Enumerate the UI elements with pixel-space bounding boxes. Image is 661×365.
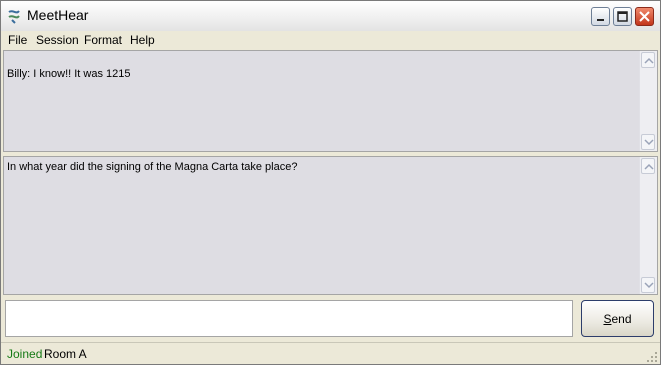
send-button[interactable]: Send <box>581 300 654 337</box>
question-pane[interactable]: In what year did the signing of the Magn… <box>3 156 658 295</box>
window-title: MeetHear <box>27 7 89 23</box>
chevron-up-icon <box>644 163 654 170</box>
menu-session[interactable]: Session <box>36 33 79 47</box>
menu-format[interactable]: Format <box>84 33 122 47</box>
chat-log-text: Billy: I know!! It was 1215 <box>7 68 131 80</box>
scroll-down-button[interactable] <box>641 277 655 293</box>
scroll-up-button[interactable] <box>641 52 655 68</box>
close-button[interactable] <box>635 7 654 26</box>
chevron-down-icon <box>644 139 654 146</box>
maximize-button[interactable] <box>613 7 632 26</box>
connection-status: Joined <box>7 347 43 361</box>
resize-grip-icon[interactable] <box>646 351 658 363</box>
status-bar: Joined Room A <box>1 342 660 364</box>
meethear-window: MeetHear File Session Format Help Billy:… <box>0 0 661 365</box>
title-bar[interactable]: MeetHear <box>1 1 660 32</box>
menu-file[interactable]: File <box>8 33 27 47</box>
close-icon <box>639 11 650 22</box>
send-label-rest: end <box>611 311 632 326</box>
app-icon <box>6 8 22 24</box>
send-button-label: Send <box>603 312 631 326</box>
menu-bar: File Session Format Help <box>1 31 660 49</box>
message-input[interactable] <box>5 300 573 337</box>
scroll-down-button[interactable] <box>641 134 655 150</box>
chevron-down-icon <box>644 282 654 289</box>
chat-log-scrollbar[interactable] <box>639 51 657 151</box>
maximize-icon <box>617 11 628 22</box>
question-scrollbar[interactable] <box>639 157 657 294</box>
question-text: In what year did the signing of the Magn… <box>7 161 298 173</box>
minimize-icon <box>597 19 604 21</box>
scroll-up-button[interactable] <box>641 158 655 174</box>
menu-help[interactable]: Help <box>130 33 155 47</box>
room-name: Room A <box>44 347 87 361</box>
chevron-up-icon <box>644 57 654 64</box>
minimize-button[interactable] <box>591 7 610 26</box>
chat-log-pane[interactable]: Billy: I know!! It was 1215 <box>3 50 658 152</box>
